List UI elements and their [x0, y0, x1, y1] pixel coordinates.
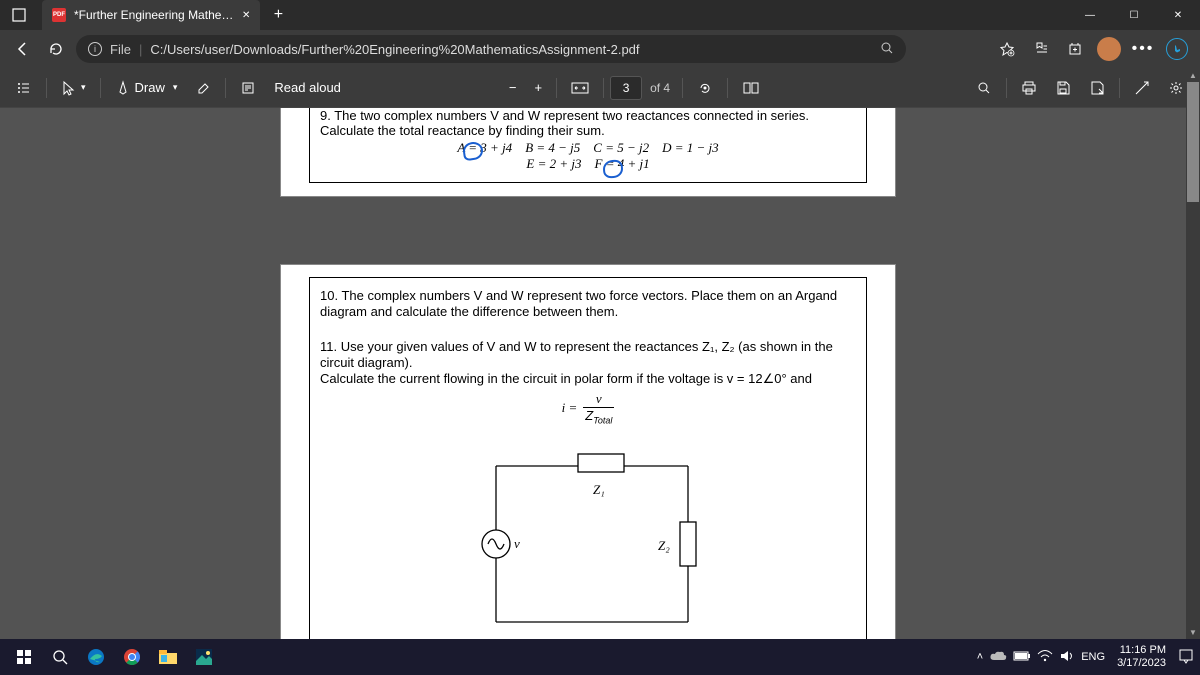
maximize-button[interactable]: ☐ [1112, 0, 1156, 30]
wifi-icon[interactable] [1037, 650, 1053, 665]
browser-tab[interactable]: PDF *Further Engineering Mathematic ✕ [42, 0, 260, 30]
url-box[interactable]: i File | C:/Users/user/Downloads/Further… [76, 35, 906, 63]
zoom-in-button[interactable]: + [527, 73, 551, 103]
find-button[interactable] [968, 73, 1000, 103]
pdf-viewer[interactable]: 9. The two complex numbers V and W repre… [0, 108, 1186, 639]
pdf-icon: PDF [52, 8, 66, 22]
draw-button[interactable]: Draw ▾ [107, 73, 186, 103]
new-tab-button[interactable]: + [264, 1, 292, 29]
close-window-button[interactable]: ✕ [1156, 0, 1200, 30]
pdf-page-4: 10. The complex numbers V and W represen… [280, 264, 896, 639]
clock[interactable]: 11:16 PM 3/17/2023 [1111, 644, 1172, 670]
highlight-button[interactable] [232, 73, 264, 103]
site-info-icon[interactable]: i [88, 42, 102, 56]
edge-taskbar-icon[interactable] [78, 641, 114, 673]
q9-text-line1: 9. The two complex numbers V and W repre… [320, 108, 856, 123]
fit-width-button[interactable] [563, 73, 597, 103]
contents-button[interactable] [8, 73, 40, 103]
cursor-tool-button[interactable]: ▾ [53, 73, 94, 103]
save-button[interactable] [1047, 73, 1079, 103]
vertical-scrollbar[interactable]: ▲ ▼ [1186, 68, 1200, 639]
notifications-icon[interactable] [1178, 648, 1194, 667]
zoom-out-button[interactable]: − [501, 73, 525, 103]
profile-button[interactable] [1094, 34, 1124, 64]
ink-annotation-f [602, 159, 623, 179]
url-text: C:/Users/user/Downloads/Further%20Engine… [150, 42, 639, 57]
chrome-taskbar-icon[interactable] [114, 641, 150, 673]
page-view-button[interactable] [734, 73, 768, 103]
print-button[interactable] [1013, 73, 1045, 103]
page-number-input[interactable] [610, 76, 642, 100]
zoom-indicator-icon[interactable] [880, 41, 894, 58]
favorite-button[interactable] [992, 34, 1022, 64]
favorites-bar-button[interactable] [1026, 34, 1056, 64]
file-explorer-icon[interactable] [150, 641, 186, 673]
taskbar[interactable]: ˄ ENG 11:16 PM 3/17/2023 [0, 639, 1200, 675]
onedrive-icon[interactable] [989, 650, 1007, 665]
scroll-down-arrow[interactable]: ▼ [1186, 625, 1200, 639]
photos-taskbar-icon[interactable] [186, 641, 222, 673]
start-button[interactable] [6, 641, 42, 673]
fullscreen-button[interactable] [1126, 73, 1158, 103]
search-button[interactable] [42, 641, 78, 673]
bing-button[interactable] [1162, 34, 1192, 64]
back-button[interactable] [8, 35, 36, 63]
q10-text: 10. The complex numbers V and W represen… [320, 288, 856, 321]
q11-text-line1: 11. Use your given values of V and W to … [320, 339, 856, 372]
circuit-diagram: v Z₁ Z₂ [458, 444, 718, 639]
erase-button[interactable] [187, 73, 219, 103]
page-count-label: of 4 [650, 81, 670, 95]
scroll-thumb[interactable] [1187, 82, 1199, 202]
save-as-button[interactable] [1081, 73, 1113, 103]
refresh-button[interactable] [42, 35, 70, 63]
read-aloud-button[interactable]: Read aloud [266, 73, 349, 103]
battery-icon[interactable] [1013, 651, 1031, 664]
close-tab-icon[interactable]: ✕ [242, 10, 250, 21]
tab-title: *Further Engineering Mathematic [74, 8, 234, 22]
language-indicator[interactable]: ENG [1081, 651, 1105, 663]
scroll-up-arrow[interactable]: ▲ [1186, 68, 1200, 82]
minimize-button[interactable]: — [1068, 0, 1112, 30]
pdf-page-3: 9. The two complex numbers V and W repre… [280, 108, 896, 197]
collections-button[interactable] [1060, 34, 1090, 64]
q11-text-line2: Calculate the current flowing in the cir… [320, 371, 856, 387]
rotate-button[interactable] [689, 73, 721, 103]
volume-icon[interactable] [1059, 649, 1075, 666]
more-button[interactable]: ••• [1128, 34, 1158, 64]
file-protocol-label: File [110, 42, 131, 57]
tray-chevron-icon[interactable]: ˄ [977, 651, 983, 663]
window-menu-icon[interactable] [0, 0, 38, 30]
q9-text-line2: Calculate the total reactance by finding… [320, 123, 856, 138]
